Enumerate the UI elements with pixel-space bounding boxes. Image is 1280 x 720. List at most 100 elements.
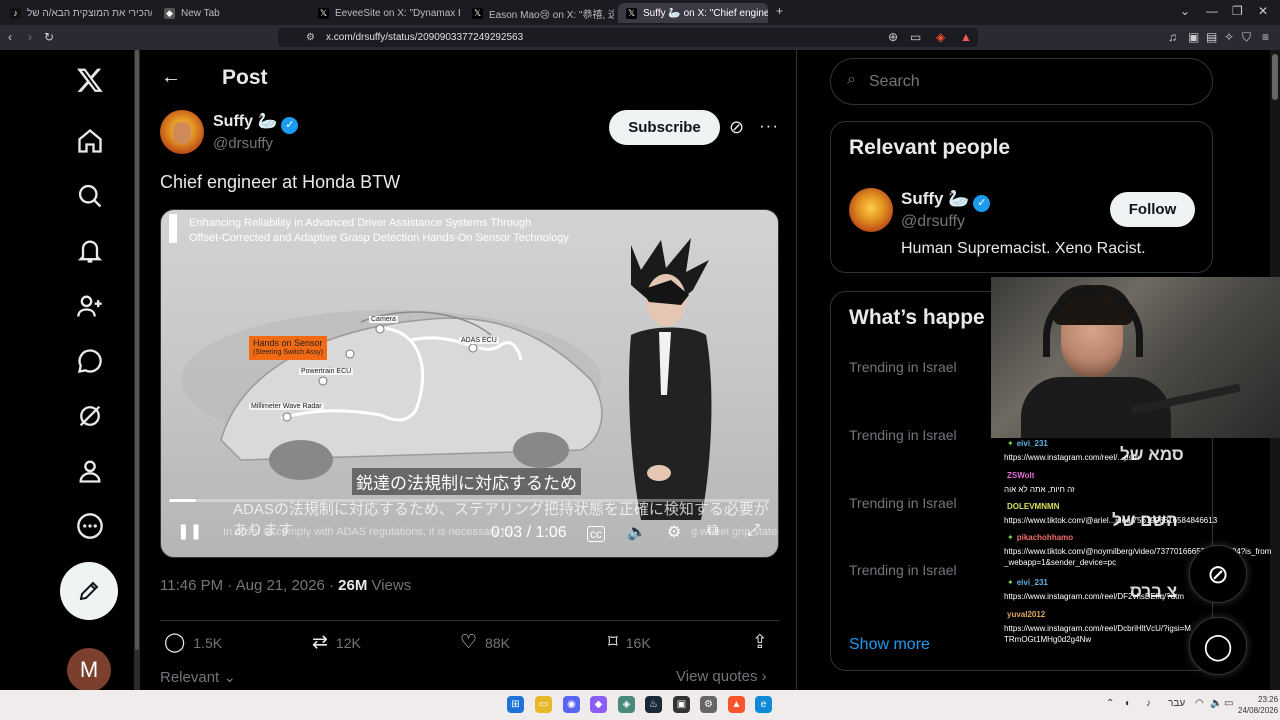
search-input[interactable] — [869, 69, 1169, 95]
site-info-icon[interactable]: ⚙ — [306, 31, 315, 45]
scrollbar[interactable] — [134, 50, 140, 690]
brave-icon[interactable]: ▲ — [728, 696, 745, 713]
zoom-icon[interactable]: ⊕ — [888, 30, 898, 44]
reply-button[interactable]: ◯ 1.5K — [164, 631, 222, 654]
scrollbar-thumb[interactable] — [1272, 54, 1278, 100]
show-more-link[interactable]: Show more — [849, 636, 930, 654]
follow-button[interactable]: Follow — [1110, 192, 1195, 227]
notifications-icon[interactable] — [72, 233, 108, 269]
compose-icon — [79, 581, 99, 601]
wallet-icon[interactable]: ▤ — [1206, 30, 1217, 44]
maximize-icon[interactable]: ❐ — [1232, 4, 1243, 18]
car-label-camera: Camera — [369, 316, 398, 323]
grok-icon[interactable]: ⊘ — [729, 117, 744, 138]
browser-tab[interactable]: ♪ הכר/הכירי את המוצקית הבא/ה של — [2, 3, 152, 23]
compose-post-button[interactable] — [60, 562, 118, 620]
more-icon[interactable] — [72, 508, 108, 544]
volume-icon[interactable]: 🔈 — [1210, 698, 1222, 709]
relevant-person-avatar[interactable] — [849, 188, 893, 232]
x-logo-icon: 𝕏 — [318, 7, 329, 19]
messages-fab-button[interactable]: ◯ — [1189, 617, 1247, 675]
grok-fab-button[interactable]: ⊘ — [1189, 545, 1247, 603]
url-text[interactable]: x.com/drsuffy/status/2090903377249292563 — [326, 32, 523, 43]
trend-item[interactable]: Trending in Israel — [849, 359, 957, 375]
repost-icon: ⇄ — [312, 632, 328, 653]
battery-icon[interactable]: ▭ — [1224, 698, 1233, 709]
edge-icon[interactable]: e — [755, 696, 772, 713]
follow-icon[interactable] — [72, 288, 108, 324]
close-window-icon[interactable]: ✕ — [1258, 4, 1268, 18]
author-name[interactable]: Suffy 🦢 ✓ — [213, 111, 299, 134]
explore-icon[interactable] — [72, 178, 108, 214]
app-icon[interactable]: ◆ — [590, 696, 607, 713]
sidebar-icon[interactable]: ▣ — [1188, 30, 1199, 44]
pause-icon[interactable]: ❚❚ — [177, 522, 202, 540]
file-explorer-icon[interactable]: ▭ — [535, 696, 552, 713]
browser-tab-active[interactable]: 𝕏 Suffy 🦢 on X: "Chief engine ✕ — [618, 3, 768, 23]
browser-tab[interactable]: 𝕏 Eason Mao😢 on X: "恭禧, 这个一顿 — [464, 3, 614, 23]
reload-icon[interactable]: ↻ — [44, 30, 54, 44]
leo-icon[interactable]: ✧ — [1224, 30, 1234, 44]
fullscreen-icon[interactable]: ⤢ — [747, 522, 760, 540]
settings-icon[interactable]: ⚙ — [700, 696, 717, 713]
trend-item[interactable]: Trending in Israel — [849, 562, 957, 578]
volume-icon[interactable]: 🔈 — [627, 522, 647, 542]
reply-sort-dropdown[interactable]: Relevant ⌄ — [160, 668, 236, 686]
cast-icon[interactable]: ▭ — [910, 30, 921, 44]
share-button[interactable]: ⇪ — [752, 631, 768, 654]
more-options-icon[interactable]: ··· — [759, 116, 779, 136]
microphone-icon[interactable]: ♪ — [1146, 698, 1151, 709]
settings-icon[interactable]: ⚙ — [667, 522, 681, 542]
view-quotes-link[interactable]: View quotes › — [676, 668, 767, 685]
browser-tab[interactable]: 𝕏 EeveeSite on X: "Dynamax Boss batt — [310, 3, 460, 23]
chat-message: זה חיות, אתה לא אוה — [1004, 485, 1075, 494]
x-logo-icon: 𝕏 — [626, 7, 637, 19]
back-arrow-icon[interactable]: ← — [161, 66, 181, 89]
relevant-person-handle[interactable]: @drsuffy — [901, 213, 965, 231]
discord-icon[interactable]: ◉ — [563, 696, 580, 713]
windows-start-icon[interactable]: ⊞ — [507, 696, 524, 713]
chat-message: https://www.instagram.com/reel/DcbriHltV… — [1004, 624, 1191, 644]
chevron-down-icon[interactable]: ⌄ — [1180, 4, 1190, 18]
menu-icon[interactable]: ≡ — [1262, 30, 1269, 44]
app-icon[interactable]: ▣ — [673, 696, 690, 713]
tray-icon[interactable]: ◐ — [1125, 698, 1131, 709]
relevant-person-name[interactable]: Suffy 🦢 ✓ — [901, 189, 991, 212]
video-player[interactable]: Enhancing Reliability in Advanced Driver… — [160, 209, 779, 558]
messages-icon[interactable] — [72, 343, 108, 379]
wifi-icon[interactable]: ◠ — [1195, 698, 1204, 709]
profile-icon[interactable] — [72, 453, 108, 489]
repost-button[interactable]: ⇄ 12K — [312, 631, 361, 654]
new-tab-icon[interactable]: + — [776, 4, 783, 18]
trend-item[interactable]: Trending in Israel — [849, 427, 957, 443]
captions-icon[interactable]: cc — [587, 526, 605, 542]
x-logo-icon[interactable] — [72, 62, 108, 98]
tray-chevron-icon[interactable]: ⌃ — [1106, 698, 1114, 709]
app-icon[interactable]: ◈ — [618, 696, 635, 713]
language-indicator[interactable]: עבר — [1168, 698, 1185, 709]
steam-icon[interactable]: ♨ — [645, 696, 662, 713]
grok-icon[interactable] — [72, 398, 108, 434]
minimize-icon[interactable]: — — [1206, 4, 1218, 18]
account-avatar[interactable]: M — [67, 648, 111, 690]
scrollbar-thumb[interactable] — [135, 50, 139, 650]
author-handle[interactable]: @drsuffy — [213, 135, 273, 152]
home-icon[interactable] — [72, 123, 108, 159]
brave-shield-icon[interactable]: ◈ — [936, 30, 945, 44]
forward-icon[interactable]: › — [28, 30, 32, 44]
address-bar[interactable]: ⚙ x.com/drsuffy/status/20909033772492925… — [278, 28, 978, 47]
picture-in-picture-icon[interactable]: ⧉ — [707, 522, 718, 540]
subscribe-button[interactable]: Subscribe — [609, 110, 720, 145]
like-button[interactable]: ♡ 88K — [460, 631, 510, 654]
browser-tab[interactable]: ◆ New Tab — [156, 3, 306, 23]
author-avatar[interactable] — [160, 110, 204, 154]
trend-item[interactable]: Trending in Israel — [849, 495, 957, 511]
chevron-right-icon: › — [757, 668, 767, 685]
system-clock[interactable]: 23:26 24/08/2026 — [1238, 694, 1278, 716]
vpn-icon[interactable]: ⛉ — [1242, 30, 1251, 44]
brave-rewards-icon[interactable]: ▲ — [960, 30, 972, 44]
search-box[interactable]: ⌕ — [830, 58, 1213, 105]
media-icon[interactable]: ♫ — [1168, 30, 1177, 44]
back-icon[interactable]: ‹ — [8, 30, 12, 44]
bookmark-button[interactable]: ⌑ 16K — [608, 631, 651, 654]
